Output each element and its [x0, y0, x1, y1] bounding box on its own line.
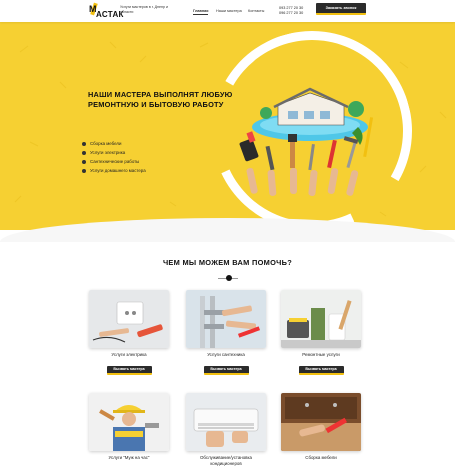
- handyman-image[interactable]: [89, 393, 169, 451]
- nav-masters[interactable]: Наши мастера: [216, 9, 242, 13]
- card-label: Обслуживание/установка кондиционеров: [200, 455, 252, 466]
- service-card-ac: Обслуживание/установка кондиционеров: [186, 393, 266, 466]
- hero-service-label: Услуги электрика: [90, 150, 126, 155]
- call-master-button[interactable]: Вызвать мастера: [106, 365, 152, 375]
- hero-service-item: Услуги домашнего мастера: [82, 166, 146, 175]
- nav-contacts[interactable]: Контакты: [248, 9, 264, 13]
- card-label: Услуги электрика: [111, 352, 147, 357]
- hero-service-label: Сантехнические работы: [90, 159, 140, 164]
- call-master-button[interactable]: Вызвать мастера: [298, 365, 344, 375]
- service-card-plumber: Услуги сантехника Вызвать мастера: [186, 290, 266, 375]
- call-master-button[interactable]: Вызвать мастера: [203, 365, 249, 375]
- bullet-icon: [82, 141, 86, 146]
- callback-button[interactable]: Заказать звонок: [316, 3, 366, 15]
- bullet-icon: [82, 168, 86, 173]
- card-label: Услуги сантехника: [207, 352, 245, 357]
- card-label: Сборка мебели: [305, 455, 337, 460]
- bullet-icon: [82, 159, 86, 164]
- service-card-electrician: Услуги электрика Вызвать мастера: [89, 290, 169, 375]
- hero-service-list: Сборка мебели Услуги электрика Сантехнич…: [82, 139, 146, 175]
- repair-image[interactable]: [281, 290, 361, 348]
- service-card-furniture: Сборка мебели: [281, 393, 361, 461]
- hero-service-label: Сборка мебели: [90, 141, 122, 146]
- air-conditioner-image[interactable]: [186, 393, 266, 451]
- hero-service-item: Сборка мебели: [82, 139, 146, 148]
- section-title: Чем мы можем вам помочь?: [162, 258, 293, 267]
- site-header: М АСТАК Услуги мастеров в г. Днепр и обл…: [0, 0, 455, 22]
- hands-with-tools-illustration: [239, 131, 359, 197]
- plumber-image[interactable]: [186, 290, 266, 348]
- tagline: Услуги мастеров в г. Днепр и области: [120, 5, 168, 14]
- divider-dot-icon: [226, 275, 232, 281]
- card-label: Услуги "Муж на час": [108, 455, 150, 460]
- hero-title: Наши мастера выполнят любую ремонтную и …: [88, 90, 233, 109]
- bullet-icon: [82, 150, 86, 155]
- phone-2[interactable]: 096 277 20 30: [279, 11, 303, 16]
- hero-service-item: Услуги электрика: [82, 148, 146, 157]
- hero-service-label: Услуги домашнего мастера: [90, 168, 146, 173]
- phone-list: 093 277 20 30 096 277 20 30: [279, 6, 303, 16]
- furniture-assembly-image[interactable]: [281, 393, 361, 451]
- service-card-repair: Ремонтные услуги Вызвать мастера: [281, 290, 361, 375]
- page: М АСТАК Услуги мастеров в г. Днепр и обл…: [0, 0, 455, 475]
- electrician-image[interactable]: [89, 290, 169, 348]
- service-card-handyman: Услуги "Муж на час": [89, 393, 169, 461]
- nav-home[interactable]: Главная: [193, 9, 209, 15]
- card-label: Ремонтные услуги: [302, 352, 340, 357]
- hero-service-item: Сантехнические работы: [82, 157, 146, 166]
